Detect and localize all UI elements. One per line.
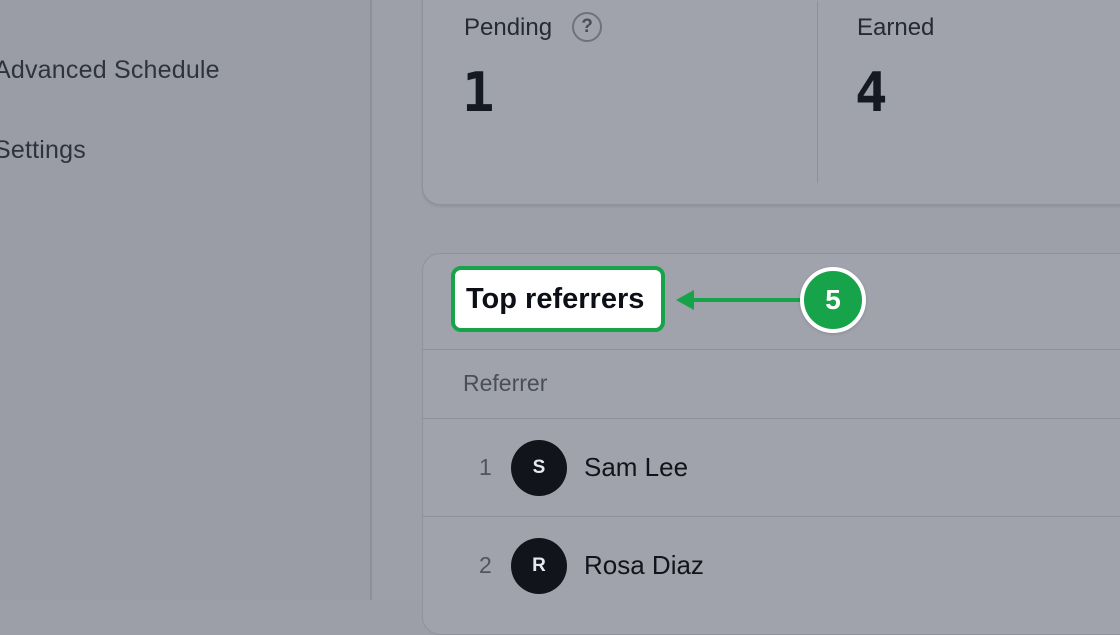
avatar: R <box>511 538 567 594</box>
pending-label: Pending <box>464 14 553 41</box>
sidebar: Advanced Schedule Settings <box>0 0 372 600</box>
earned-label: Earned <box>857 14 935 41</box>
stats-card: Pending ? 1 Earned 4 <box>422 0 1120 205</box>
pending-value: 1 <box>462 61 495 124</box>
avatar: S <box>511 440 567 496</box>
sidebar-item-advanced-schedule[interactable]: Advanced Schedule <box>0 56 220 85</box>
referrer-column-header: Referrer <box>463 370 548 396</box>
divider <box>423 516 1120 517</box>
earned-value: 4 <box>855 61 888 124</box>
referrer-name: Sam Lee <box>584 452 689 482</box>
top-referrers-title: Top referrers <box>466 283 645 315</box>
divider <box>423 349 1120 350</box>
sidebar-item-settings[interactable]: Settings <box>0 136 86 165</box>
arrow-left-icon <box>676 290 808 310</box>
highlight-box: Top referrers <box>451 266 665 332</box>
stat-divider <box>817 1 818 183</box>
referrer-name: Rosa Diaz <box>584 550 704 580</box>
divider <box>423 418 1120 419</box>
row-rank: 1 <box>479 454 492 480</box>
help-icon[interactable]: ? <box>572 12 602 42</box>
row-rank: 2 <box>479 552 492 578</box>
step-badge: 5 <box>800 267 866 333</box>
